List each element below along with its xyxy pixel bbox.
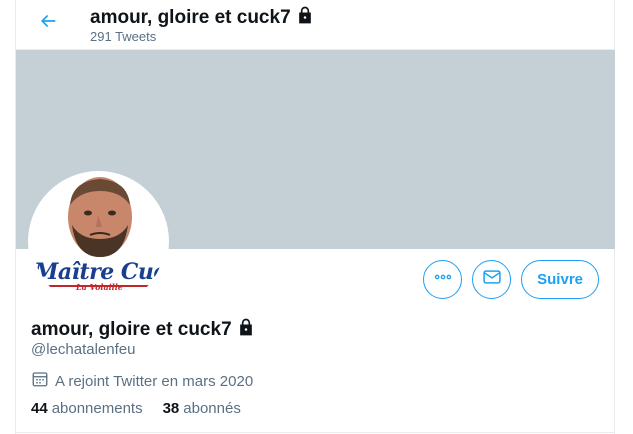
avatar-logo-subtext: La Volaille xyxy=(76,282,123,292)
profile-column: amour, gloire et cuck7 291 Tweets Maître… xyxy=(15,0,615,434)
profile-header: amour, gloire et cuck7 291 Tweets xyxy=(16,0,614,50)
divider xyxy=(16,432,614,433)
header-title-text: amour, gloire et cuck7 xyxy=(90,7,291,28)
more-button[interactable] xyxy=(423,260,463,299)
tweet-count: 291 Tweets xyxy=(90,29,157,44)
avatar[interactable]: Maître Cuck La Volaille xyxy=(28,171,169,312)
follow-button[interactable]: Suivre xyxy=(521,260,599,299)
follow-stats: 44 abonnements 38 abonnés xyxy=(31,400,241,417)
lock-icon xyxy=(295,5,315,31)
profile-handle: @lechatalenfeu xyxy=(31,341,136,358)
envelope-icon xyxy=(482,267,502,292)
profile-name-text: amour, gloire et cuck7 xyxy=(31,319,232,340)
join-date: A rejoint Twitter en mars 2020 xyxy=(31,370,253,392)
followers-count: 38 xyxy=(162,400,180,417)
following-link[interactable]: 44 abonnements xyxy=(31,400,143,417)
profile-actions: Suivre xyxy=(423,260,599,299)
followers-label: abonnés xyxy=(183,400,241,417)
avatar-face-illustration xyxy=(68,177,132,257)
lock-icon xyxy=(236,317,256,343)
following-label: abonnements xyxy=(51,400,143,417)
calendar-icon xyxy=(31,370,55,392)
profile-name: amour, gloire et cuck7 xyxy=(31,317,256,343)
header-title: amour, gloire et cuck7 xyxy=(90,5,315,31)
following-count: 44 xyxy=(31,400,48,417)
back-button[interactable] xyxy=(33,8,63,38)
join-date-text: A rejoint Twitter en mars 2020 xyxy=(55,372,254,390)
arrow-left-icon xyxy=(38,11,58,36)
followers-link[interactable]: 38 abonnés xyxy=(163,400,241,417)
more-icon xyxy=(433,267,453,292)
avatar-image: Maître Cuck La Volaille xyxy=(32,175,165,308)
message-button[interactable] xyxy=(472,260,512,299)
